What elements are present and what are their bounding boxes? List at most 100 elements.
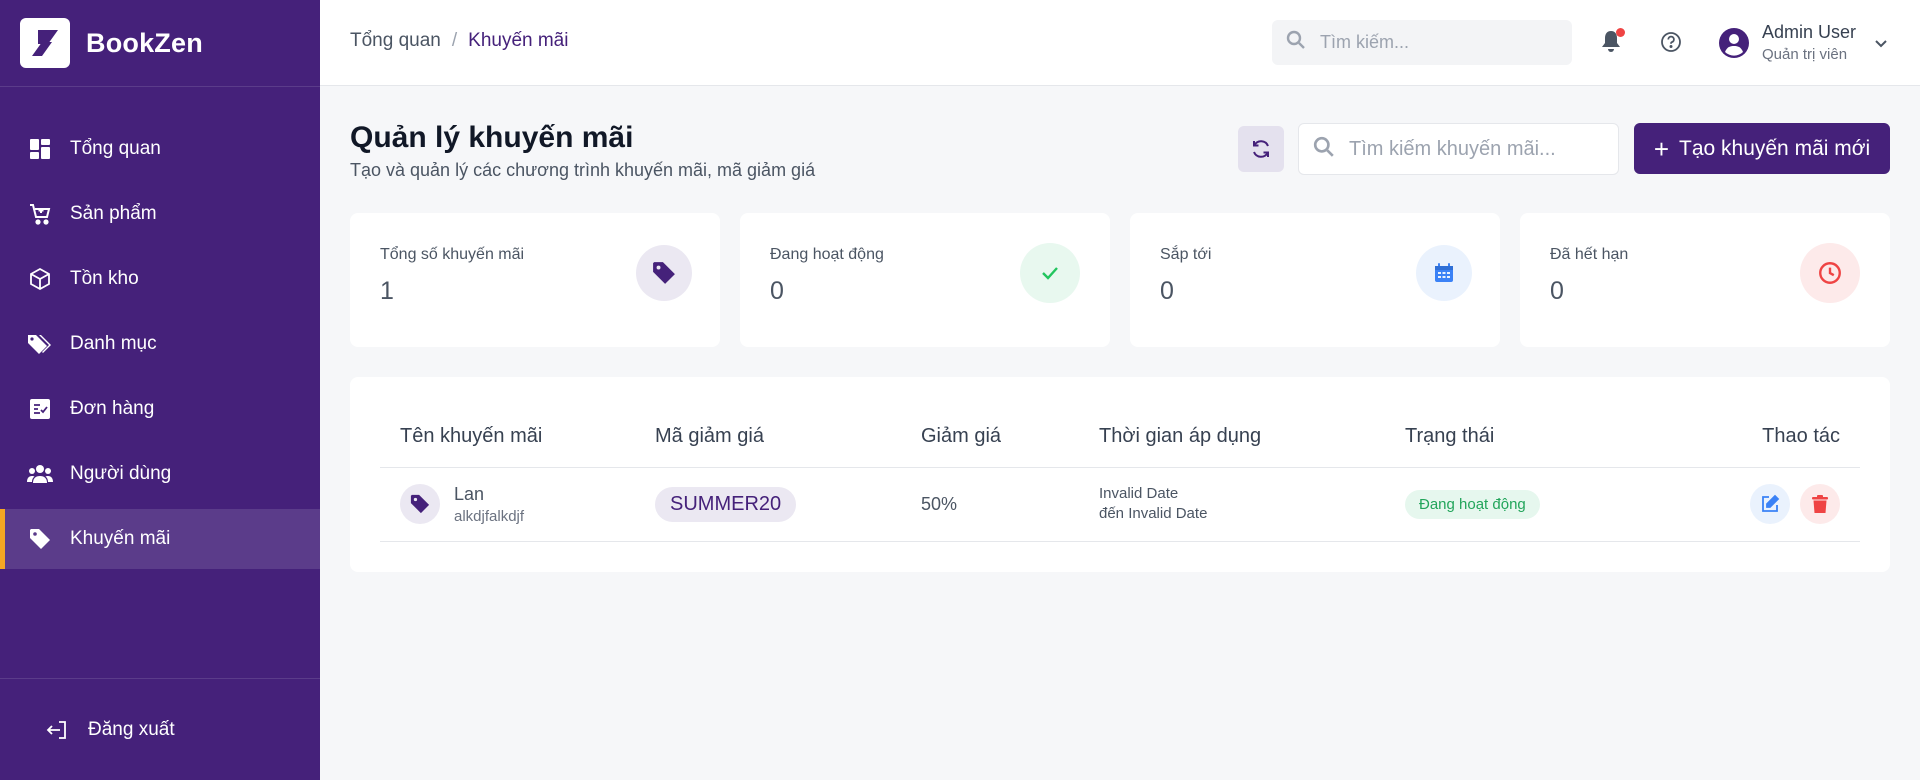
plus-icon: + — [1653, 133, 1669, 164]
global-search[interactable] — [1272, 20, 1572, 65]
cell-promotion: Lan alkdjfalkdjf — [380, 467, 655, 542]
breadcrumb-home[interactable]: Tổng quan — [350, 30, 441, 52]
cell-code: SUMMER20 — [655, 467, 921, 542]
cell-period: Invalid Date đến Invalid Date — [1099, 467, 1405, 542]
sidebar-item-inventory[interactable]: Tồn kho — [0, 249, 320, 309]
column-header-actions: Thao tác — [1688, 407, 1860, 468]
tags-icon — [27, 331, 53, 357]
promotion-name: Lan — [454, 483, 485, 504]
notification-dot — [1616, 28, 1625, 37]
cell-discount: 50% — [921, 467, 1099, 542]
sidebar-item-label: Danh mục — [70, 333, 157, 354]
sidebar-item-label: Tồn kho — [70, 268, 139, 289]
stat-label: Sắp tới — [1160, 246, 1212, 263]
stat-label: Đang hoạt động — [770, 246, 884, 263]
stat-value: 0 — [1160, 277, 1174, 305]
global-search-input[interactable] — [1320, 32, 1560, 53]
coupon-code-badge: SUMMER20 — [655, 486, 797, 522]
column-header-period: Thời gian áp dụng — [1099, 407, 1405, 468]
users-icon — [27, 461, 53, 487]
sidebar-nav: Tổng quan Sản phẩm Tồn kho Danh mục Đơn … — [0, 119, 320, 574]
page-title: Quản lý khuyến mãi — [350, 121, 634, 154]
column-header-code: Mã giảm giá — [655, 407, 921, 468]
help-button[interactable] — [1660, 31, 1684, 55]
stat-label: Đã hết hạn — [1550, 246, 1629, 263]
period-end: đến Invalid Date — [1099, 505, 1208, 522]
logout-label: Đăng xuất — [88, 718, 175, 740]
help-icon — [1661, 32, 1681, 52]
sidebar-item-label: Người dùng — [70, 463, 172, 484]
status-badge: Đang hoạt động — [1405, 489, 1540, 519]
brand-name: BookZen — [86, 27, 203, 58]
cell-status: Đang hoạt động — [1405, 467, 1688, 542]
sidebar-item-categories[interactable]: Danh mục — [0, 314, 320, 374]
breadcrumb-separator: / — [451, 30, 458, 51]
period-start: Invalid Date — [1099, 485, 1179, 502]
sidebar-item-orders[interactable]: Đơn hàng — [0, 379, 320, 439]
edit-icon — [1762, 494, 1780, 512]
sidebar-item-label: Đơn hàng — [70, 398, 155, 419]
cell-actions — [1688, 467, 1860, 542]
promotions-table-card: Tên khuyến mãi Mã giảm giá Giảm giá Thời… — [350, 377, 1890, 572]
sidebar-item-label: Sản phẩm — [70, 203, 157, 224]
page-subtitle: Tạo và quản lý các chương trình khuyến m… — [350, 160, 816, 180]
tag-icon — [400, 484, 440, 524]
tag-icon — [27, 526, 53, 552]
stat-card-expired: Đã hết hạn 0 — [1520, 213, 1890, 347]
sidebar-item-label: Tổng quan — [70, 138, 161, 159]
column-header-name: Tên khuyến mãi — [380, 407, 655, 468]
stat-card-upcoming: Sắp tới 0 — [1130, 213, 1500, 347]
logout-icon — [44, 717, 70, 743]
promotions-table: Tên khuyến mãi Mã giảm giá Giảm giá Thời… — [380, 407, 1860, 542]
create-promotion-button[interactable]: + Tạo khuyến mãi mới — [1634, 123, 1890, 174]
box-icon — [27, 266, 53, 292]
stat-value: 1 — [380, 277, 394, 305]
sidebar-item-label: Khuyến mãi — [70, 528, 171, 549]
breadcrumb: Tổng quan / Khuyến mãi — [350, 30, 568, 52]
brand-logo — [20, 18, 70, 68]
clock-icon — [1800, 243, 1860, 303]
dashboard-icon — [27, 136, 53, 162]
chevron-down-icon — [1872, 34, 1890, 52]
create-promotion-label: Tạo khuyến mãi mới — [1679, 136, 1871, 160]
search-icon — [1313, 136, 1335, 163]
sidebar-item-products[interactable]: Sản phẩm — [0, 184, 320, 244]
notification-button[interactable] — [1600, 28, 1626, 56]
brand[interactable]: BookZen — [0, 0, 320, 87]
sidebar-item-promotions[interactable]: Khuyến mãi — [0, 509, 320, 569]
tag-icon — [636, 245, 692, 301]
top-header: Tổng quan / Khuyến mãi Admin User Quản t… — [320, 0, 1920, 86]
delete-button[interactable] — [1800, 484, 1840, 524]
calendar-icon — [1416, 245, 1472, 301]
checklist-icon — [27, 396, 53, 422]
promotion-search-input[interactable] — [1349, 137, 1609, 161]
user-role: Quản trị viên — [1762, 46, 1848, 63]
stat-card-active: Đang hoạt động 0 — [740, 213, 1110, 347]
sidebar-item-users[interactable]: Người dùng — [0, 444, 320, 504]
cart-icon — [27, 201, 53, 227]
discount-value: 50% — [921, 493, 958, 514]
check-icon — [1020, 243, 1080, 303]
promotion-description: alkdjfalkdjf — [454, 507, 525, 525]
trash-icon — [1812, 495, 1828, 513]
table-header-row: Tên khuyến mãi Mã giảm giá Giảm giá Thời… — [380, 407, 1860, 468]
stat-card-total: Tổng số khuyến mãi 1 — [350, 213, 720, 347]
edit-button[interactable] — [1750, 484, 1790, 524]
search-icon — [1286, 30, 1306, 55]
breadcrumb-current: Khuyến mãi — [468, 30, 569, 51]
stat-value: 0 — [1550, 277, 1564, 305]
avatar — [1718, 27, 1750, 59]
table-row: Lan alkdjfalkdjf SUMMER20 50% Invalid Da… — [380, 467, 1860, 542]
stat-label: Tổng số khuyến mãi — [380, 246, 525, 263]
refresh-button[interactable] — [1238, 126, 1284, 172]
promotion-search[interactable] — [1298, 123, 1619, 175]
column-header-status: Trạng thái — [1405, 407, 1688, 468]
refresh-icon — [1253, 140, 1269, 158]
sidebar-item-dashboard[interactable]: Tổng quan — [0, 119, 320, 179]
user-name: Admin User — [1762, 22, 1857, 42]
stat-value: 0 — [770, 277, 784, 305]
column-header-discount: Giảm giá — [921, 407, 1099, 468]
logout-button[interactable]: Đăng xuất — [0, 678, 320, 780]
sidebar: BookZen Tổng quan Sản phẩm Tồn kho Danh … — [0, 0, 320, 780]
user-menu[interactable]: Admin User Quản trị viên — [1718, 22, 1890, 63]
